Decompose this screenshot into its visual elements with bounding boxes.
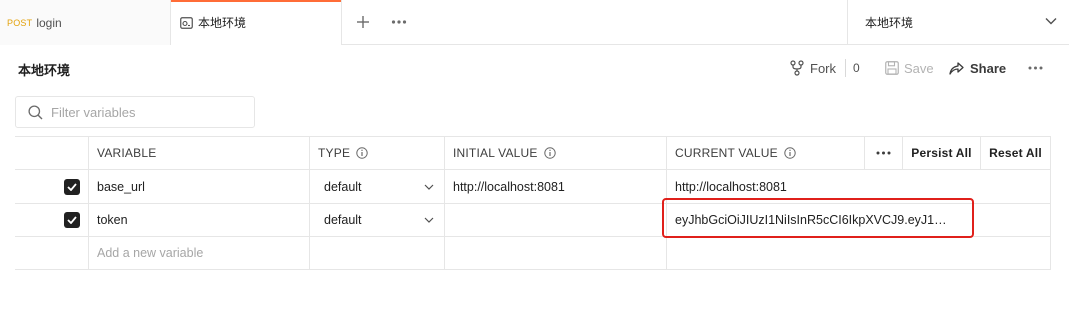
add-variable-placeholder: Add a new variable bbox=[97, 245, 204, 260]
column-header-variable: VARIABLE bbox=[88, 137, 309, 169]
type-cell bbox=[309, 236, 444, 269]
divider bbox=[845, 59, 846, 77]
type-select[interactable]: default bbox=[318, 180, 444, 194]
table-header-row: VARIABLE TYPE INITIAL VALUE CURRENT VALU… bbox=[15, 136, 1051, 170]
variable-name-cell[interactable]: token bbox=[88, 203, 309, 236]
share-icon bbox=[949, 61, 964, 75]
ellipsis-icon bbox=[1028, 66, 1042, 70]
new-tab-button[interactable] bbox=[352, 11, 374, 33]
save-label: Save bbox=[904, 60, 934, 76]
ellipsis-icon bbox=[391, 20, 407, 24]
initial-value: http://localhost:8081 bbox=[453, 179, 565, 194]
info-icon[interactable] bbox=[543, 147, 556, 159]
current-value: http://localhost:8081 bbox=[675, 179, 787, 194]
ellipsis-icon bbox=[876, 151, 891, 155]
fork-icon bbox=[790, 60, 804, 76]
fork-button[interactable]: Fork bbox=[790, 58, 836, 78]
variable-name-cell[interactable]: base_url bbox=[88, 170, 309, 203]
checkmark-icon bbox=[67, 182, 77, 191]
tab-environment[interactable]: 本地环境 bbox=[171, 0, 342, 45]
fork-label: Fork bbox=[810, 60, 836, 76]
row-check-cell bbox=[15, 236, 88, 269]
environment-selector-value: 本地环境 bbox=[865, 16, 914, 30]
enabled-checkbox[interactable] bbox=[64, 211, 80, 228]
chevron-down-icon bbox=[1045, 18, 1057, 25]
type-value: default bbox=[324, 212, 362, 227]
enabled-checkbox[interactable] bbox=[64, 178, 80, 195]
variable-name: base_url bbox=[97, 179, 145, 194]
table-options-button[interactable] bbox=[864, 137, 902, 169]
type-select[interactable]: default bbox=[318, 213, 444, 227]
initial-value-cell bbox=[444, 236, 666, 269]
table-row-new: Add a new variable bbox=[15, 236, 1051, 270]
new-variable-cell[interactable]: Add a new variable bbox=[88, 236, 309, 269]
column-header-initial-value: INITIAL VALUE bbox=[444, 137, 666, 169]
save-icon bbox=[885, 61, 899, 75]
row-check-cell bbox=[15, 203, 88, 236]
environment-title[interactable]: 本地环境 bbox=[18, 60, 70, 79]
tab-label: login bbox=[36, 15, 62, 30]
current-value-cell bbox=[666, 236, 1051, 269]
filter-input[interactable] bbox=[51, 104, 241, 120]
header-check-cell bbox=[15, 137, 88, 169]
fork-count[interactable]: 0 bbox=[853, 61, 860, 75]
chevron-down-icon bbox=[424, 217, 434, 223]
type-cell[interactable]: default bbox=[309, 203, 444, 236]
highlight-annotation bbox=[662, 198, 974, 238]
plus-icon bbox=[357, 16, 369, 28]
column-header-label: VARIABLE bbox=[97, 146, 157, 160]
tab-bar: POST login 本地环境 本地环境 bbox=[0, 0, 1069, 45]
info-icon[interactable] bbox=[784, 147, 796, 159]
tab-options-button[interactable] bbox=[388, 11, 410, 33]
environment-selector[interactable]: 本地环境 bbox=[847, 0, 1069, 45]
request-method-badge: POST bbox=[7, 17, 33, 28]
row-check-cell bbox=[15, 170, 88, 203]
persist-all-button[interactable]: Persist All bbox=[902, 137, 980, 169]
column-header-label: CURRENT VALUE bbox=[675, 146, 778, 160]
tab-label: 本地环境 bbox=[198, 16, 247, 30]
save-button[interactable]: Save bbox=[885, 58, 934, 78]
column-header-label: INITIAL VALUE bbox=[453, 146, 538, 160]
environment-icon bbox=[180, 16, 193, 29]
share-label: Share bbox=[970, 60, 1007, 76]
checkmark-icon bbox=[67, 215, 77, 224]
tab-login-request[interactable]: POST login bbox=[0, 0, 171, 45]
share-button[interactable]: Share bbox=[949, 58, 1006, 78]
column-header-type: TYPE bbox=[309, 137, 444, 169]
more-options-button[interactable] bbox=[1026, 60, 1044, 76]
column-header-label: TYPE bbox=[318, 146, 351, 160]
initial-value-cell[interactable]: http://localhost:8081 bbox=[444, 170, 666, 203]
variable-name: token bbox=[97, 212, 128, 227]
filter-variables[interactable] bbox=[15, 96, 255, 128]
type-cell[interactable]: default bbox=[309, 170, 444, 203]
column-header-current-value: CURRENT VALUE bbox=[666, 137, 864, 169]
initial-value-cell[interactable] bbox=[444, 203, 666, 236]
info-icon[interactable] bbox=[356, 147, 368, 159]
chevron-down-icon bbox=[424, 184, 434, 190]
type-value: default bbox=[324, 179, 362, 194]
reset-all-button[interactable]: Reset All bbox=[980, 137, 1051, 169]
search-icon bbox=[28, 104, 43, 119]
